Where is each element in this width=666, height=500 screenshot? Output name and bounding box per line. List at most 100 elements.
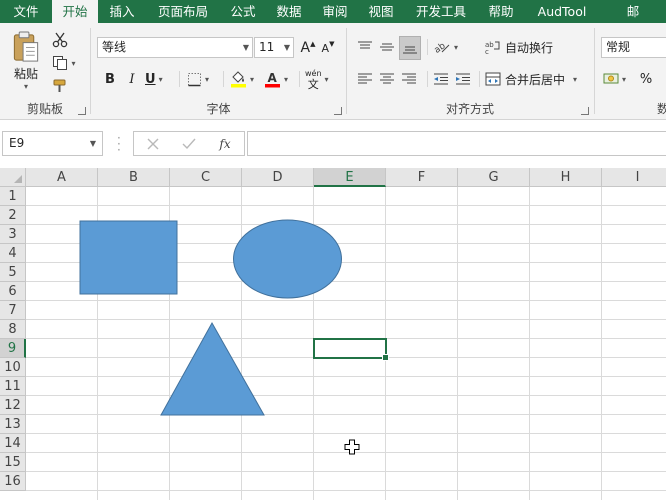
- bold-button[interactable]: B: [101, 68, 119, 90]
- fx-icon: fx: [219, 137, 231, 151]
- row-header-4[interactable]: 4: [0, 244, 26, 263]
- column-header-h[interactable]: H: [530, 168, 602, 187]
- increase-font-button[interactable]: A ▲: [299, 37, 317, 59]
- clipboard-launcher-icon[interactable]: [78, 107, 86, 115]
- underline-dropdown-icon[interactable]: ▾: [159, 75, 163, 84]
- confirm-entry-button[interactable]: [180, 135, 198, 153]
- align-top-button[interactable]: [355, 36, 375, 58]
- font-name-dropdown-icon[interactable]: ▼: [243, 38, 249, 57]
- cut-button[interactable]: [50, 31, 70, 49]
- increase-indent-button[interactable]: [453, 69, 473, 89]
- column-header-b[interactable]: B: [98, 168, 170, 187]
- copy-dropdown-arrow-icon[interactable]: ▾: [71, 59, 75, 68]
- tab-11[interactable]: 邮: [600, 0, 666, 23]
- font-size-combo[interactable]: 11 ▼: [254, 37, 294, 58]
- tab-9[interactable]: 帮助: [478, 0, 524, 23]
- align-middle-icon: [380, 43, 394, 51]
- tab-7[interactable]: 视图: [358, 0, 404, 23]
- merge-center-button[interactable]: 合并后居中 ▾: [485, 68, 585, 90]
- phonetic-dropdown-icon[interactable]: ▾: [325, 75, 329, 84]
- text-orientation-icon: ab: [433, 41, 450, 55]
- tab-8[interactable]: 开发工具: [404, 0, 478, 23]
- decrease-indent-button[interactable]: [431, 69, 451, 89]
- align-center-button[interactable]: [377, 69, 397, 89]
- format-painter-button[interactable]: [50, 77, 70, 95]
- row-header-1[interactable]: 1: [0, 187, 26, 206]
- paste-dropdown-arrow-icon[interactable]: ▾: [24, 82, 28, 91]
- tab-3[interactable]: 页面布局: [146, 0, 220, 23]
- font-size-dropdown-icon[interactable]: ▼: [284, 38, 290, 57]
- fill-color-button[interactable]: ▾: [230, 68, 260, 90]
- tab-10[interactable]: AudTool: [524, 0, 600, 23]
- row-header-15[interactable]: 15: [0, 453, 26, 472]
- font-launcher-icon[interactable]: [334, 107, 342, 115]
- borders-button[interactable]: ▾: [187, 68, 215, 90]
- column-header-d[interactable]: D: [242, 168, 314, 187]
- font-color-button[interactable]: A ▾: [264, 68, 294, 90]
- orientation-button[interactable]: ab ▾: [433, 36, 463, 58]
- name-box[interactable]: E9 ▼: [2, 131, 103, 156]
- decrease-font-button[interactable]: A ▼: [319, 37, 337, 59]
- row-header-16[interactable]: 16: [0, 472, 26, 491]
- row-header-10[interactable]: 10: [0, 358, 26, 377]
- svg-text:A: A: [268, 71, 278, 85]
- row-header-2[interactable]: 2: [0, 206, 26, 225]
- formula-bar-grip-icon[interactable]: · · ·: [117, 132, 121, 156]
- column-header-c[interactable]: C: [170, 168, 242, 187]
- insert-function-button[interactable]: fx: [214, 135, 236, 153]
- italic-button[interactable]: I: [123, 68, 141, 90]
- row-header-7[interactable]: 7: [0, 301, 26, 320]
- column-header-e[interactable]: E: [314, 168, 386, 187]
- wrap-text-button[interactable]: ab c 自动换行: [485, 36, 585, 58]
- align-left-button[interactable]: [355, 69, 375, 89]
- accounting-format-button[interactable]: ▾: [603, 68, 631, 90]
- align-inner-separator: [427, 71, 428, 87]
- row-header-6[interactable]: 6: [0, 282, 26, 301]
- row-header-5[interactable]: 5: [0, 263, 26, 282]
- font-name-combo[interactable]: 等线 ▼: [97, 37, 253, 58]
- tab-2[interactable]: 插入: [98, 0, 146, 23]
- column-header-i[interactable]: I: [602, 168, 666, 187]
- tab-0[interactable]: 文件: [0, 0, 52, 23]
- alignment-launcher-icon[interactable]: [581, 107, 589, 115]
- borders-dropdown-icon[interactable]: ▾: [205, 75, 209, 84]
- alignment-group-label: 对齐方式: [445, 102, 494, 116]
- number-format-combo[interactable]: 常规: [601, 37, 666, 58]
- cancel-entry-button[interactable]: [144, 135, 162, 153]
- underline-button[interactable]: U ▾: [145, 68, 173, 90]
- align-bottom-button[interactable]: [399, 36, 421, 60]
- svg-text:c: c: [485, 48, 489, 55]
- copy-button[interactable]: ▾: [50, 54, 78, 72]
- orientation-dropdown-icon[interactable]: ▾: [454, 43, 458, 52]
- paste-button[interactable]: 粘贴 ▾: [8, 31, 44, 91]
- tab-1[interactable]: 开始: [52, 0, 98, 23]
- row-header-8[interactable]: 8: [0, 320, 26, 339]
- tab-4[interactable]: 公式: [220, 0, 266, 23]
- fill-color-dropdown-icon[interactable]: ▾: [250, 75, 254, 84]
- row-header-13[interactable]: 13: [0, 415, 26, 434]
- align-middle-button[interactable]: [377, 36, 397, 58]
- row-header-9[interactable]: 9: [0, 339, 26, 358]
- align-right-button[interactable]: [399, 69, 419, 89]
- row-header-3[interactable]: 3: [0, 225, 26, 244]
- name-box-dropdown-icon[interactable]: ▼: [90, 132, 96, 155]
- rectangle-shape[interactable]: [79, 220, 178, 295]
- percent-style-button[interactable]: %: [637, 68, 655, 90]
- column-header-f[interactable]: F: [386, 168, 458, 187]
- worksheet-grid[interactable]: A B C D E F G H I 1 2 3 4 5 6 7 8 9 10 11 12 13 14 15 16: [0, 168, 666, 500]
- triangle-shape[interactable]: [160, 321, 265, 416]
- row-header-14[interactable]: 14: [0, 434, 26, 453]
- tab-6[interactable]: 审阅: [312, 0, 358, 23]
- ellipse-shape[interactable]: [233, 219, 342, 299]
- column-header-g[interactable]: G: [458, 168, 530, 187]
- font-color-dropdown-icon[interactable]: ▾: [284, 75, 288, 84]
- column-header-a[interactable]: A: [26, 168, 98, 187]
- tab-5[interactable]: 数据: [266, 0, 312, 23]
- merge-dropdown-icon[interactable]: ▾: [573, 75, 577, 84]
- formula-input[interactable]: [247, 131, 666, 156]
- phonetic-guide-button[interactable]: wén 文 ▾: [305, 66, 337, 92]
- number-group: 常规 ▾ % 数字: [595, 23, 666, 119]
- row-header-11[interactable]: 11: [0, 377, 26, 396]
- row-header-12[interactable]: 12: [0, 396, 26, 415]
- accounting-dropdown-icon[interactable]: ▾: [622, 75, 626, 84]
